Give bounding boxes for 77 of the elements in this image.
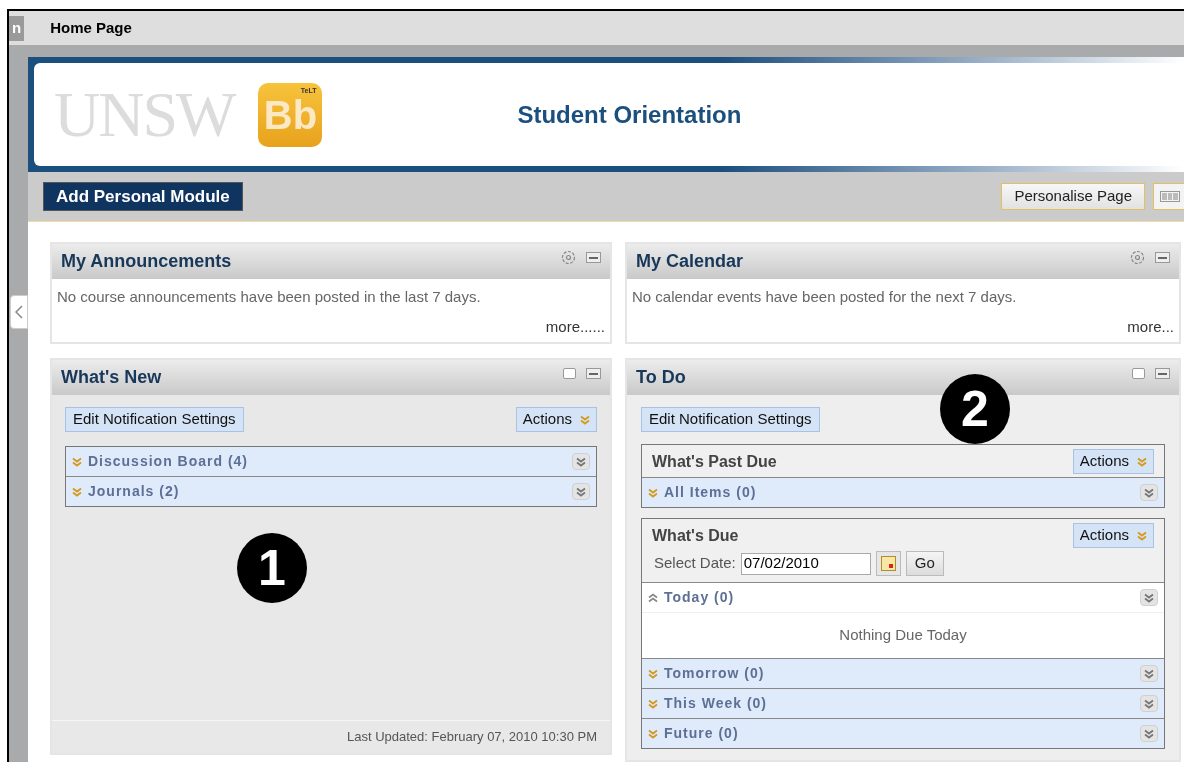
layout-icon[interactable] (1153, 183, 1184, 210)
collapsible-row[interactable]: This Week (0) (642, 689, 1164, 718)
collapsible-row[interactable]: Discussion Board (4) (66, 447, 596, 476)
page-title: Student Orientation (517, 99, 742, 130)
expand-toggle[interactable] (572, 453, 590, 470)
double-chevron-down-icon (1137, 456, 1147, 467)
group-title: What's Due (652, 525, 739, 546)
module-message: No calendar events have been posted for the next 7 days. (632, 287, 1018, 307)
expand-toggle[interactable] (1140, 725, 1158, 742)
double-chevron-down-icon (1144, 668, 1154, 679)
actions-button[interactable]: Actions (515, 407, 597, 432)
window-icon[interactable] (1132, 368, 1145, 379)
expand-toggle[interactable] (1140, 589, 1158, 606)
select-date-label: Select Date: (654, 553, 736, 574)
module-message: No course announcements have been posted in the last 7 days. (57, 287, 482, 307)
window-icon[interactable] (563, 368, 576, 379)
row-label: All Items (0) (664, 483, 757, 502)
double-chevron-down-icon (580, 414, 590, 425)
actions-button[interactable]: Actions (1072, 523, 1154, 548)
expand-toggle[interactable] (572, 483, 590, 500)
row-label: Journals (2) (88, 482, 180, 501)
edit-notification-button[interactable]: Edit Notification Settings (641, 407, 820, 432)
more-link[interactable]: more...... (545, 315, 605, 338)
collapsible-row[interactable]: Future (0) (642, 719, 1164, 748)
double-chevron-down-icon (576, 456, 586, 467)
minimize-icon[interactable] (1155, 252, 1170, 263)
go-button[interactable]: Go (905, 551, 944, 576)
double-chevron-down-icon (1144, 728, 1154, 739)
minimize-icon[interactable] (586, 368, 601, 379)
logo-badge-text: Bb (263, 94, 318, 135)
double-chevron-down-icon (1144, 592, 1154, 603)
calendar-icon[interactable] (875, 551, 901, 576)
chevron-left-icon (15, 305, 23, 319)
module-title: My Calendar (636, 250, 744, 273)
expand-toggle[interactable] (1140, 695, 1158, 712)
row-label: Tomorrow (0) (664, 664, 765, 683)
callout-number: 1 (237, 533, 307, 603)
row-label: Future (0) (664, 724, 739, 743)
double-chevron-down-icon (72, 486, 82, 497)
minimize-icon[interactable] (586, 252, 601, 263)
collapsible-row[interactable]: Tomorrow (0) (642, 659, 1164, 688)
group-title: What's Past Due (652, 451, 777, 472)
double-chevron-down-icon (648, 698, 658, 709)
personalise-button[interactable]: Personalise Page (1001, 183, 1145, 210)
collapsible-row[interactable]: All Items (0) (642, 478, 1164, 507)
module-title: My Announcements (61, 250, 232, 273)
module-title: To Do (636, 366, 686, 389)
double-chevron-down-icon (72, 456, 82, 467)
date-field[interactable]: 07/02/2010 (740, 552, 871, 575)
expand-toggle[interactable] (1140, 665, 1158, 682)
double-chevron-down-icon (648, 668, 658, 679)
actions-button[interactable]: Actions (1072, 449, 1154, 474)
double-chevron-down-icon (648, 487, 658, 498)
double-chevron-down-icon (576, 486, 586, 497)
double-chevron-up-icon (648, 592, 658, 603)
last-updated-text: Last Updated: February 07, 2010 10:30 PM (346, 728, 597, 747)
gear-icon[interactable] (1130, 250, 1145, 265)
collapsible-row[interactable]: Journals (2) (66, 477, 596, 506)
edit-notification-button[interactable]: Edit Notification Settings (65, 407, 244, 432)
expand-toggle[interactable] (1140, 484, 1158, 501)
nav-tab[interactable]: Home Page (47, 15, 135, 41)
row-label: Today (0) (664, 588, 735, 607)
gear-icon[interactable] (561, 250, 576, 265)
collapse-tab[interactable] (10, 295, 28, 329)
row-label: This Week (0) (664, 694, 767, 713)
minimize-icon[interactable] (1155, 368, 1170, 379)
module-title: What's New (61, 366, 162, 389)
double-chevron-down-icon (648, 728, 658, 739)
row-label: Discussion Board (4) (88, 452, 249, 471)
double-chevron-down-icon (1144, 487, 1154, 498)
collapsible-row[interactable]: Today (0) (642, 583, 1164, 612)
double-chevron-down-icon (1144, 698, 1154, 709)
double-chevron-down-icon (1137, 530, 1147, 541)
callout-number: 2 (940, 374, 1010, 444)
more-link[interactable]: more... (1127, 315, 1174, 338)
add-module-button[interactable]: Add Personal Module (43, 182, 243, 211)
empty-message: Nothing Due Today (839, 625, 967, 646)
